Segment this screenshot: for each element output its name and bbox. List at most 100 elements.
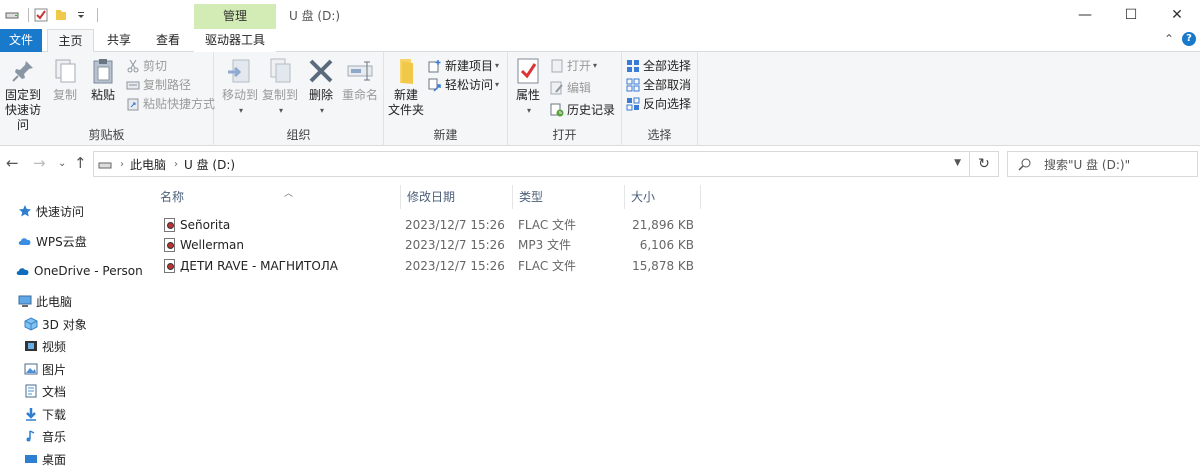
- breadcrumb-chevron-icon[interactable]: ›: [120, 159, 124, 170]
- search-box[interactable]: 搜索"U 盘 (D:)": [1007, 151, 1198, 177]
- column-header-size[interactable]: 大小: [625, 185, 701, 209]
- nav-label: 快速访问: [36, 204, 85, 219]
- audio-file-icon: [164, 238, 175, 252]
- file-row[interactable]: ДЕТИ RAVE - МАГНИТОЛА 2023/12/7 15:26 FL…: [158, 256, 698, 276]
- nav-item-desktop[interactable]: 桌面: [24, 449, 66, 469]
- cut-label: 剪切: [143, 59, 168, 73]
- copy-path-icon: [126, 78, 140, 92]
- file-row[interactable]: Wellerman 2023/12/7 15:26 MP3 文件 6,106 K…: [158, 235, 698, 255]
- paste-icon: [88, 56, 118, 86]
- cube-icon: [24, 317, 38, 331]
- maximize-button[interactable]: ☐: [1108, 0, 1154, 29]
- nav-item-onedrive[interactable]: OneDrive - Persona: [16, 261, 142, 281]
- column-header-name[interactable]: ︿ 名称: [154, 185, 401, 209]
- select-all-label: 全部选择: [643, 59, 692, 73]
- breadcrumb-this-pc[interactable]: 此电脑: [130, 156, 166, 173]
- move-to-button[interactable]: 移动到 ▾: [220, 56, 260, 118]
- copy-to-button[interactable]: 复制到 ▾: [260, 56, 300, 118]
- paste-shortcut-icon: [126, 97, 140, 111]
- file-modified: 2023/12/7 15:26: [405, 238, 505, 252]
- open-dropdown-icon: ▾: [593, 61, 598, 70]
- pin-label-line1: 固定到: [4, 88, 41, 102]
- nav-item-downloads[interactable]: 下载: [24, 404, 66, 424]
- nav-item-this-pc[interactable]: 此电脑: [18, 291, 72, 311]
- forward-arrow-icon[interactable]: →: [33, 154, 46, 172]
- breadcrumb-drive[interactable]: U 盘 (D:): [184, 156, 235, 173]
- move-to-label: 移动到: [221, 88, 258, 102]
- select-all-button[interactable]: 全部选择: [626, 57, 691, 75]
- tab-view[interactable]: 查看: [146, 29, 190, 52]
- new-item-button[interactable]: 新建项目 ▾: [428, 57, 499, 75]
- window-title: U 盘 (D:): [289, 9, 341, 23]
- cut-button[interactable]: 剪切: [126, 57, 167, 75]
- customize-dropdown-icon[interactable]: [73, 7, 89, 23]
- open-button[interactable]: 打开 ▾: [550, 57, 597, 75]
- nav-item-wps-cloud[interactable]: WPS云盘: [18, 231, 87, 251]
- tab-share[interactable]: 共享: [98, 29, 140, 52]
- breadcrumb-chevron-icon[interactable]: ›: [174, 159, 178, 170]
- group-open: 属性 ▾ 打开 ▾ 编辑 历史记录 打开: [508, 52, 622, 146]
- search-icon: [1018, 157, 1032, 171]
- file-row[interactable]: Señorita 2023/12/7 15:26 FLAC 文件 21,896 …: [158, 215, 698, 235]
- navigation-pane: 快速访问 WPS云盘 OneDrive - Persona 此电脑 3D 对象 …: [0, 182, 142, 472]
- nav-label: 视频: [42, 339, 67, 354]
- file-type: FLAC 文件: [518, 218, 577, 232]
- film-icon: [24, 339, 38, 353]
- tab-home[interactable]: 主页: [47, 29, 94, 53]
- copy-button[interactable]: 复制: [48, 56, 82, 103]
- easy-access-button[interactable]: 轻松访问 ▾: [428, 76, 499, 94]
- history-button[interactable]: 历史记录: [550, 101, 615, 119]
- properties-check-icon[interactable]: [33, 7, 49, 23]
- column-header-type[interactable]: 类型: [513, 185, 625, 209]
- group-new: 新建 文件夹 新建项目 ▾ 轻松访问 ▾ 新建: [384, 52, 508, 146]
- file-modified: 2023/12/7 15:26: [405, 259, 505, 273]
- group-organize: 移动到 ▾ 复制到 ▾ 删除 ▾ 重命名 组织: [214, 52, 384, 146]
- scissors-icon: [126, 59, 140, 73]
- edit-button[interactable]: 编辑: [550, 79, 591, 97]
- delete-button[interactable]: 删除 ▾: [304, 56, 338, 118]
- paste-shortcut-button[interactable]: 粘贴快捷方式: [126, 95, 215, 113]
- pin-quick-access-button[interactable]: 固定到 快速访问: [0, 56, 46, 133]
- nav-item-videos[interactable]: 视频: [24, 336, 66, 356]
- properties-dropdown-icon: ▾: [526, 106, 531, 115]
- nav-label: 桌面: [42, 452, 67, 467]
- easy-access-label: 轻松访问: [445, 78, 494, 92]
- properties-button[interactable]: 属性 ▾: [512, 56, 544, 118]
- back-arrow-icon[interactable]: ←: [6, 154, 19, 172]
- tab-file[interactable]: 文件: [0, 29, 42, 52]
- close-button[interactable]: ✕: [1154, 0, 1200, 29]
- history-label: 历史记录: [567, 103, 616, 117]
- refresh-button[interactable]: ↻: [970, 151, 999, 177]
- copy-path-button[interactable]: 复制路径: [126, 76, 191, 94]
- picture-icon: [24, 362, 38, 376]
- help-icon[interactable]: ?: [1182, 32, 1196, 46]
- refresh-icon: ↻: [978, 156, 990, 172]
- rename-label: 重命名: [341, 88, 378, 102]
- new-folder-icon[interactable]: [53, 7, 69, 23]
- paste-button[interactable]: 粘贴: [86, 56, 120, 103]
- nav-item-music[interactable]: 音乐: [24, 426, 66, 446]
- search-input[interactable]: 搜索"U 盘 (D:)": [1044, 156, 1130, 173]
- tab-drive-tools[interactable]: 驱动器工具: [194, 29, 276, 52]
- up-arrow-icon[interactable]: ↑: [74, 154, 87, 172]
- collapse-ribbon-icon[interactable]: ⌃: [1164, 32, 1174, 46]
- select-none-button[interactable]: 全部取消: [626, 76, 691, 94]
- column-header-modified[interactable]: 修改日期: [401, 185, 513, 209]
- address-dropdown-icon[interactable]: ▼: [954, 158, 961, 168]
- recent-locations-chevron-icon[interactable]: ⌄: [58, 158, 66, 169]
- nav-item-documents[interactable]: 文档: [24, 381, 66, 401]
- rename-button[interactable]: 重命名: [340, 56, 380, 103]
- nav-item-quick-access[interactable]: 快速访问: [18, 201, 84, 221]
- group-label-open: 打开: [552, 128, 577, 142]
- nav-item-pictures[interactable]: 图片: [24, 359, 66, 379]
- manage-context-tab[interactable]: 管理: [194, 4, 276, 29]
- group-clipboard: 固定到 快速访问 复制 粘贴 剪切 复制路径 粘贴快捷方式 剪贴板: [0, 52, 215, 146]
- column-header-label: 大小: [631, 190, 656, 204]
- address-bar[interactable]: › 此电脑 › U 盘 (D:) ▼: [93, 151, 970, 177]
- nav-item-3d-objects[interactable]: 3D 对象: [24, 314, 87, 334]
- minimize-button[interactable]: —: [1062, 0, 1108, 29]
- new-folder-button[interactable]: 新建 文件夹: [386, 56, 426, 118]
- invert-selection-button[interactable]: 反向选择: [626, 95, 691, 113]
- group-label-clipboard: 剪贴板: [88, 128, 125, 142]
- file-type: MP3 文件: [518, 238, 572, 252]
